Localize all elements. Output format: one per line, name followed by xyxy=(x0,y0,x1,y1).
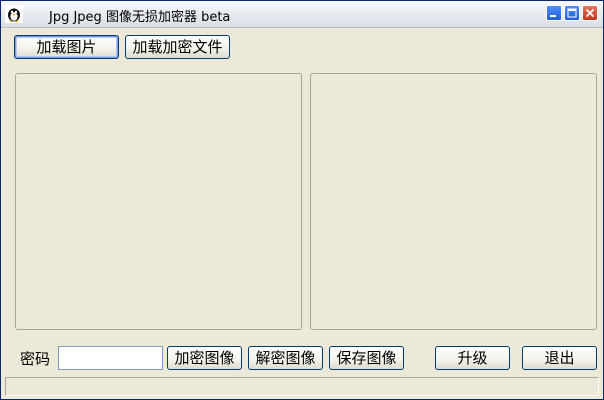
result-image-panel xyxy=(310,73,597,330)
close-button[interactable] xyxy=(582,5,598,21)
decrypt-image-button[interactable]: 解密图像 xyxy=(248,346,323,370)
minimize-button[interactable] xyxy=(546,5,562,21)
original-image-panel xyxy=(15,73,302,330)
app-icon[interactable] xyxy=(5,5,23,23)
exit-button[interactable]: 退出 xyxy=(522,346,597,370)
app-window: Jpg Jpeg 图像无损加密器 beta 加载图片 加载加密文件 密码 加密图… xyxy=(0,0,604,400)
maximize-button[interactable] xyxy=(564,5,580,21)
close-icon xyxy=(585,8,595,18)
password-input[interactable] xyxy=(58,346,163,370)
load-image-button[interactable]: 加载图片 xyxy=(14,35,119,59)
password-label: 密码 xyxy=(20,350,51,368)
window-title: Jpg Jpeg 图像无损加密器 beta xyxy=(49,10,231,25)
upgrade-button[interactable]: 升级 xyxy=(435,346,510,370)
encrypt-image-button[interactable]: 加密图像 xyxy=(167,346,242,370)
status-bar xyxy=(5,377,599,396)
minimize-icon xyxy=(550,15,556,17)
load-encrypted-file-button[interactable]: 加载加密文件 xyxy=(125,35,230,59)
maximize-icon xyxy=(567,8,577,18)
title-bar[interactable]: Jpg Jpeg 图像无损加密器 beta xyxy=(1,1,603,28)
save-image-button[interactable]: 保存图像 xyxy=(329,346,404,370)
